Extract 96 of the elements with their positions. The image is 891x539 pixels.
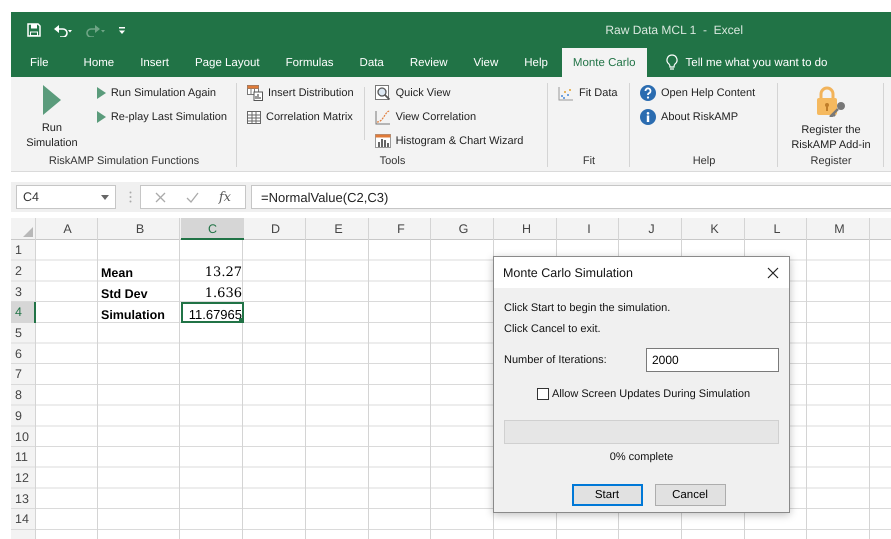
column-header[interactable]: B xyxy=(99,218,181,240)
spreadsheet-cell[interactable]: 1.636 xyxy=(181,281,244,302)
ribbon-button[interactable]: Fit Data xyxy=(556,81,620,105)
column-header[interactable]: F xyxy=(370,218,432,240)
row-header[interactable]: 2 xyxy=(11,260,36,282)
column-header[interactable]: L xyxy=(746,218,808,240)
ribbon-button[interactable]: Open Help Content xyxy=(638,81,758,105)
ribbon-tab[interactable]: Formulas xyxy=(274,48,346,77)
iterations-field[interactable]: 2000 xyxy=(646,348,779,372)
ribbon-button[interactable]: View Correlation xyxy=(372,105,526,129)
cell-reference: C4 xyxy=(23,190,39,204)
row-header[interactable]: 3 xyxy=(11,281,36,302)
tell-me-search[interactable]: Tell me what you want to do xyxy=(686,56,828,68)
ribbon-tab[interactable]: File xyxy=(18,48,61,77)
ribbon-button[interactable]: Correlation Matrix xyxy=(245,105,356,129)
drag-handle-icon xyxy=(129,191,132,203)
ribbon-tab[interactable]: Review xyxy=(398,48,460,77)
formula-input[interactable]: =NormalValue(C2,C3) xyxy=(251,185,891,209)
instruction-text: Click Start to begin the simulation. xyxy=(504,301,672,316)
table-icon xyxy=(247,110,261,124)
spreadsheet-cell[interactable]: Mean xyxy=(99,260,181,282)
ribbon-button[interactable]: Histogram & Chart Wizard xyxy=(372,129,526,153)
ribbon-button[interactable]: Register the RiskAMP Add-in xyxy=(786,81,876,153)
group-label: Help xyxy=(692,154,716,169)
checkbox-label[interactable]: Allow Screen Updates During Simulation xyxy=(552,388,750,400)
start-button[interactable]: Start xyxy=(572,484,642,506)
name-box[interactable]: C4 xyxy=(16,185,116,209)
play-icon xyxy=(96,87,106,99)
row-header[interactable]: 7 xyxy=(11,364,36,385)
column-header[interactable]: I xyxy=(558,218,620,240)
magnifier-icon xyxy=(374,85,391,101)
row-header[interactable]: 9 xyxy=(11,406,36,426)
customize-icon[interactable] xyxy=(117,24,127,36)
play-icon xyxy=(42,85,61,115)
ribbon-tab[interactable]: Monte Carlo xyxy=(562,48,647,77)
insert-function-button[interactable]: fx xyxy=(218,190,231,204)
ribbon-tab[interactable]: View xyxy=(462,48,510,77)
row-header[interactable]: 12 xyxy=(11,468,36,488)
column-header[interactable]: J xyxy=(620,218,683,240)
save-icon[interactable] xyxy=(27,23,41,37)
row-header[interactable]: 4 xyxy=(11,302,36,323)
help-icon xyxy=(640,85,656,101)
row-header[interactable]: 14 xyxy=(11,508,36,530)
column-header[interactable]: A xyxy=(36,218,99,240)
spreadsheet-cell[interactable]: Std Dev xyxy=(99,281,181,302)
lock-key-icon xyxy=(814,85,848,117)
row-header[interactable]: 5 xyxy=(11,322,36,344)
row-header[interactable]: 6 xyxy=(11,343,36,364)
column-header[interactable]: G xyxy=(432,218,495,240)
spreadsheet-cell[interactable]: 13.27 xyxy=(181,260,244,282)
column-header[interactable]: H xyxy=(495,218,558,240)
ribbon-tab[interactable]: Insert xyxy=(128,48,181,77)
column-header[interactable]: M xyxy=(808,218,871,240)
ribbon-button[interactable]: Insert Distribution xyxy=(245,81,356,105)
play-icon xyxy=(96,111,106,123)
column-header[interactable]: E xyxy=(307,218,370,240)
dialog-title: Monte Carlo Simulation xyxy=(503,266,633,280)
ribbon-tab[interactable]: Page Layout xyxy=(182,48,272,77)
ribbon-button[interactable]: Run Simulation Again xyxy=(94,81,229,105)
scatter-plot-icon xyxy=(558,86,574,100)
histogram-icon xyxy=(374,134,391,148)
close-icon[interactable] xyxy=(767,266,779,278)
ribbon-tab[interactable]: Help xyxy=(512,48,560,77)
ribbon-tab[interactable]: Data xyxy=(348,48,396,77)
cancel-button[interactable]: Cancel xyxy=(654,484,726,506)
instruction-text: Click Cancel to exit. xyxy=(504,322,602,337)
line-chart-icon xyxy=(374,110,391,124)
row-header[interactable]: 13 xyxy=(11,488,36,509)
group-label: Fit xyxy=(582,154,596,169)
window-title: Raw Data MCL 1 - Excel xyxy=(605,23,743,37)
column-header[interactable]: D xyxy=(244,218,307,240)
iterations-label: Number of Iterations: xyxy=(504,354,607,366)
checkbox[interactable] xyxy=(537,388,549,400)
group-label: RiskAMP Simulation Functions xyxy=(48,154,200,169)
group-label: Tools xyxy=(378,154,406,169)
progress-text: 0% complete xyxy=(608,451,674,465)
row-header[interactable]: 10 xyxy=(11,426,36,447)
spreadsheet-cell[interactable]: 11.67965 xyxy=(181,302,244,323)
info-icon xyxy=(640,109,656,125)
row-header[interactable]: 8 xyxy=(11,384,36,406)
row-header[interactable]: 11 xyxy=(11,446,36,468)
column-header[interactable]: C xyxy=(181,218,244,240)
table-chart-icon xyxy=(247,85,263,101)
row-header[interactable]: 1 xyxy=(11,240,36,261)
column-header[interactable]: K xyxy=(683,218,746,240)
ribbon-button[interactable]: About RiskAMP xyxy=(638,105,758,129)
ribbon-tab[interactable]: Home xyxy=(72,48,126,77)
group-label: Register xyxy=(810,154,852,169)
dropdown-icon[interactable] xyxy=(101,194,109,200)
check-icon[interactable] xyxy=(186,192,199,202)
ribbon-button[interactable]: Quick View xyxy=(372,81,526,105)
ribbon-button[interactable]: Run Simulation xyxy=(19,81,85,151)
undo-icon[interactable] xyxy=(53,23,73,37)
ribbon-button[interactable]: Re-play Last Simulation xyxy=(94,105,229,129)
spreadsheet-cell[interactable]: Simulation xyxy=(99,302,181,323)
lightbulb-icon[interactable] xyxy=(666,54,678,71)
